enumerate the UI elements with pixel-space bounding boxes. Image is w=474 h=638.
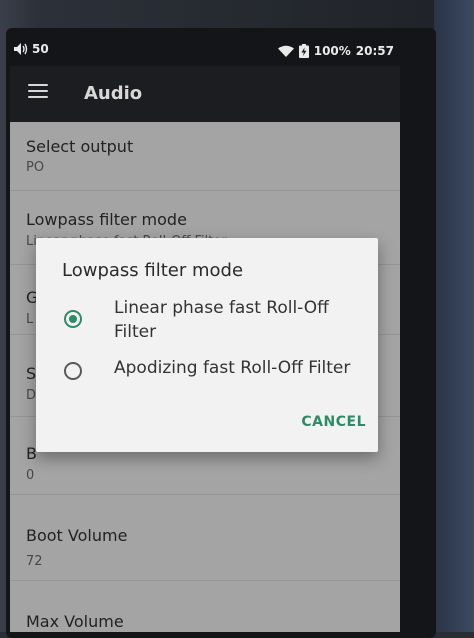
radio-unselected-icon[interactable] xyxy=(64,362,82,380)
dialog-title: Lowpass filter mode xyxy=(62,260,244,281)
device-case-edge xyxy=(434,0,474,632)
wifi-icon xyxy=(277,45,294,57)
lowpass-filter-dialog: Lowpass filter mode Linear phase fast Ro… xyxy=(36,238,378,452)
cancel-button[interactable]: CANCEL xyxy=(301,414,366,430)
option-linear-phase[interactable]: Linear phase fast Roll-Off Filter xyxy=(36,296,378,346)
page-title: Audio xyxy=(84,83,143,104)
volume-icon xyxy=(14,43,28,55)
status-bar: 50 100% 20:57 xyxy=(10,38,400,66)
option-label: Apodizing fast Roll-Off Filter xyxy=(114,358,351,378)
battery-percent: 100% xyxy=(313,44,351,58)
radio-selected-icon[interactable] xyxy=(64,310,82,328)
volume-level: 50 xyxy=(32,42,49,56)
option-apodizing[interactable]: Apodizing fast Roll-Off Filter xyxy=(36,354,378,388)
option-label: Linear phase fast Roll-Off Filter xyxy=(114,298,329,342)
clock: 20:57 xyxy=(355,44,394,58)
app-toolbar: Audio xyxy=(10,66,400,122)
battery-charging-icon xyxy=(298,44,309,58)
hamburger-menu-icon[interactable] xyxy=(28,84,48,100)
